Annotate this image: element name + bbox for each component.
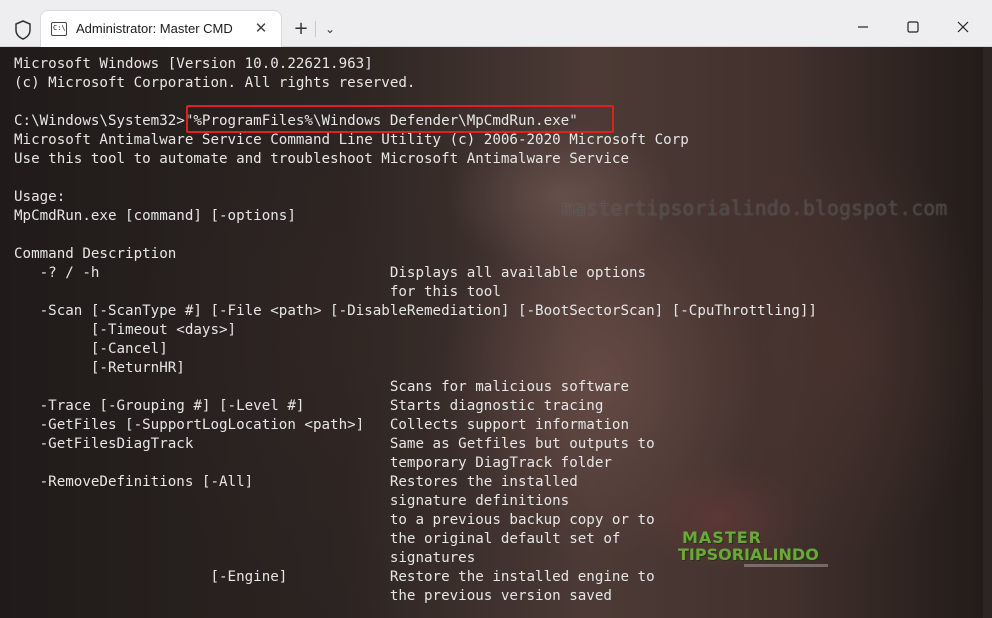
console-line: -GetFilesDiagTrack Same as Getfiles but … (14, 436, 655, 452)
console-line: Microsoft Windows [Version 10.0.22621.96… (14, 56, 373, 72)
minimize-button[interactable] (840, 12, 886, 40)
watermark-logo: MASTER TIPSORIALINDO (678, 528, 838, 574)
console-line: [-Timeout <days>] (14, 322, 237, 338)
close-button[interactable] (940, 12, 986, 40)
chevron-down-icon[interactable]: ⌄ (320, 18, 340, 40)
console-line: for this tool (14, 284, 501, 300)
console-line: (c) Microsoft Corporation. All rights re… (14, 75, 416, 91)
console-line: -RemoveDefinitions [-All] Restores the i… (14, 474, 578, 490)
close-icon (957, 21, 969, 32)
terminal-window: C:\ Administrator: Master CMD ✕ + ⌄ Micr… (0, 0, 992, 618)
maximize-icon (907, 20, 919, 33)
console-lines: Microsoft Windows [Version 10.0.22621.96… (14, 55, 817, 606)
title-bar: C:\ Administrator: Master CMD ✕ + ⌄ (0, 0, 992, 47)
console-line: signature definitions (14, 493, 570, 509)
console-line: Use this tool to automate and troublesho… (14, 151, 629, 167)
console-line: Microsoft Antimalware Service Command Li… (14, 132, 689, 148)
shield-icon (15, 20, 31, 40)
console-line: [-ReturnHR] (14, 360, 185, 376)
console-line: the previous version saved (14, 588, 612, 604)
tab-title: Administrator: Master CMD (76, 21, 233, 36)
terminal-icon: C:\ (51, 22, 67, 36)
new-tab-button[interactable]: + (290, 18, 312, 40)
console-line: Scans for malicious software (14, 379, 629, 395)
logo-tagline (744, 564, 828, 567)
terminal-output[interactable]: Microsoft Windows [Version 10.0.22621.96… (0, 47, 983, 618)
watermark-url: mastertipsorialindo.blogspot.com (562, 196, 948, 220)
console-line: -Scan [-ScanType #] [-File <path> [-Disa… (14, 303, 817, 319)
scrollbar[interactable] (983, 47, 992, 618)
command-highlight-box (186, 105, 614, 133)
minimize-icon (858, 25, 868, 28)
console-line: [-Cancel] (14, 341, 168, 357)
tab-master-cmd[interactable]: C:\ Administrator: Master CMD ✕ (40, 10, 282, 47)
close-tab-icon[interactable]: ✕ (251, 18, 271, 38)
maximize-button[interactable] (890, 12, 936, 40)
tab-divider (315, 21, 316, 37)
console-line: -Trace [-Grouping #] [-Level #] Starts d… (14, 398, 604, 414)
logo-bottom-text: TIPSORIALINDO (678, 545, 819, 564)
console-line: Command Description (14, 246, 177, 262)
console-line: -? / -h Displays all available options (14, 265, 647, 281)
console-line: temporary DiagTrack folder (14, 455, 612, 471)
console-line: -GetFiles [-SupportLogLocation <path>] C… (14, 417, 629, 433)
